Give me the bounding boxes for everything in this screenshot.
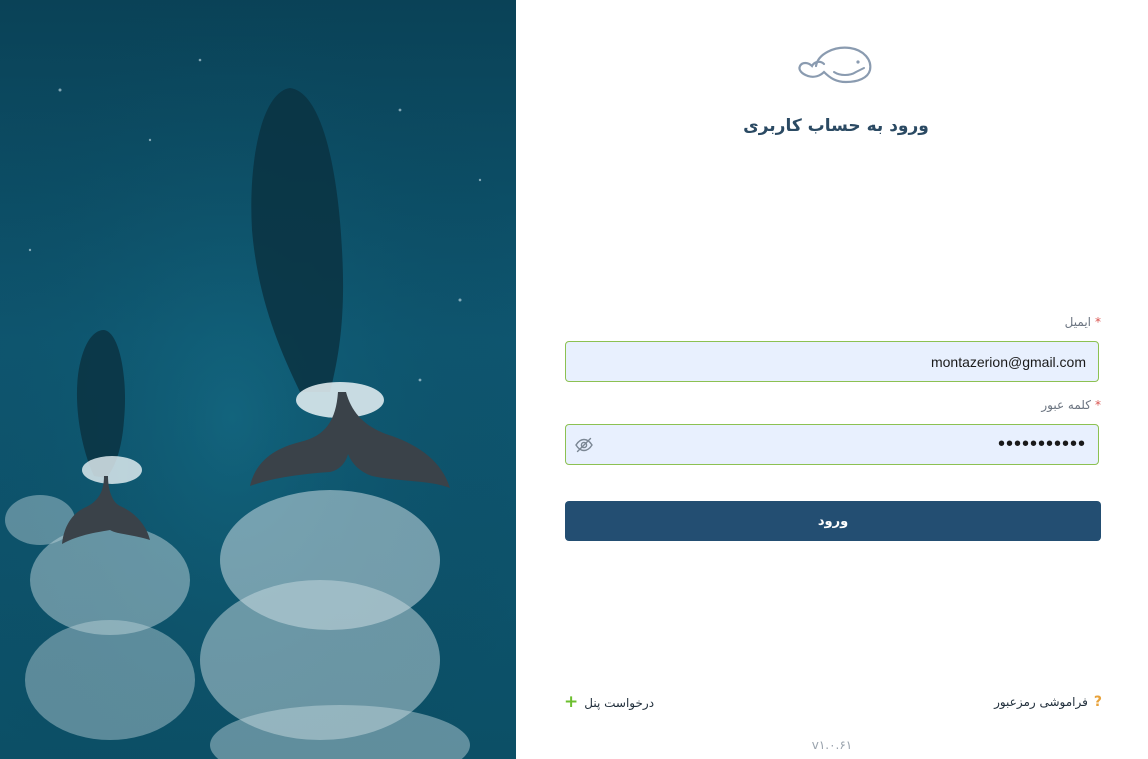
email-label-text: ایمیل	[1064, 315, 1091, 329]
login-page: ورود به حساب کاربری * ایمیل * کلمه عبور ور…	[0, 0, 1148, 759]
email-field-box	[565, 341, 1099, 382]
required-mark: *	[1095, 315, 1101, 329]
password-label: * کلمه عبور	[1041, 398, 1101, 412]
email-label: * ایمیل	[1065, 315, 1101, 329]
eye-off-icon[interactable]	[574, 435, 594, 455]
password-label-text: کلمه عبور	[1041, 398, 1091, 412]
whales-photo	[0, 0, 516, 759]
login-panel: ورود به حساب کاربری * ایمیل * کلمه عبور ور…	[516, 0, 1148, 759]
plus-icon: +	[564, 692, 579, 712]
forgot-password-link[interactable]: ? فراموشی رمزعبور	[994, 694, 1102, 710]
password-field[interactable]	[566, 425, 1098, 464]
password-field-box	[565, 424, 1099, 465]
request-panel-link[interactable]: درخواست پنل +	[564, 694, 654, 711]
whale-logo-icon	[798, 46, 872, 84]
version-label: v۱.۰.۶۱	[811, 738, 853, 752]
question-icon: ?	[1093, 694, 1102, 710]
request-panel-label: درخواست پنل	[584, 695, 655, 710]
forgot-password-label: فراموشی رمزعبور	[994, 695, 1088, 709]
login-button[interactable]: ورود	[565, 501, 1101, 541]
page-title: ورود به حساب کاربری	[743, 116, 929, 136]
required-mark: *	[1095, 398, 1101, 412]
email-field[interactable]	[566, 342, 1098, 381]
